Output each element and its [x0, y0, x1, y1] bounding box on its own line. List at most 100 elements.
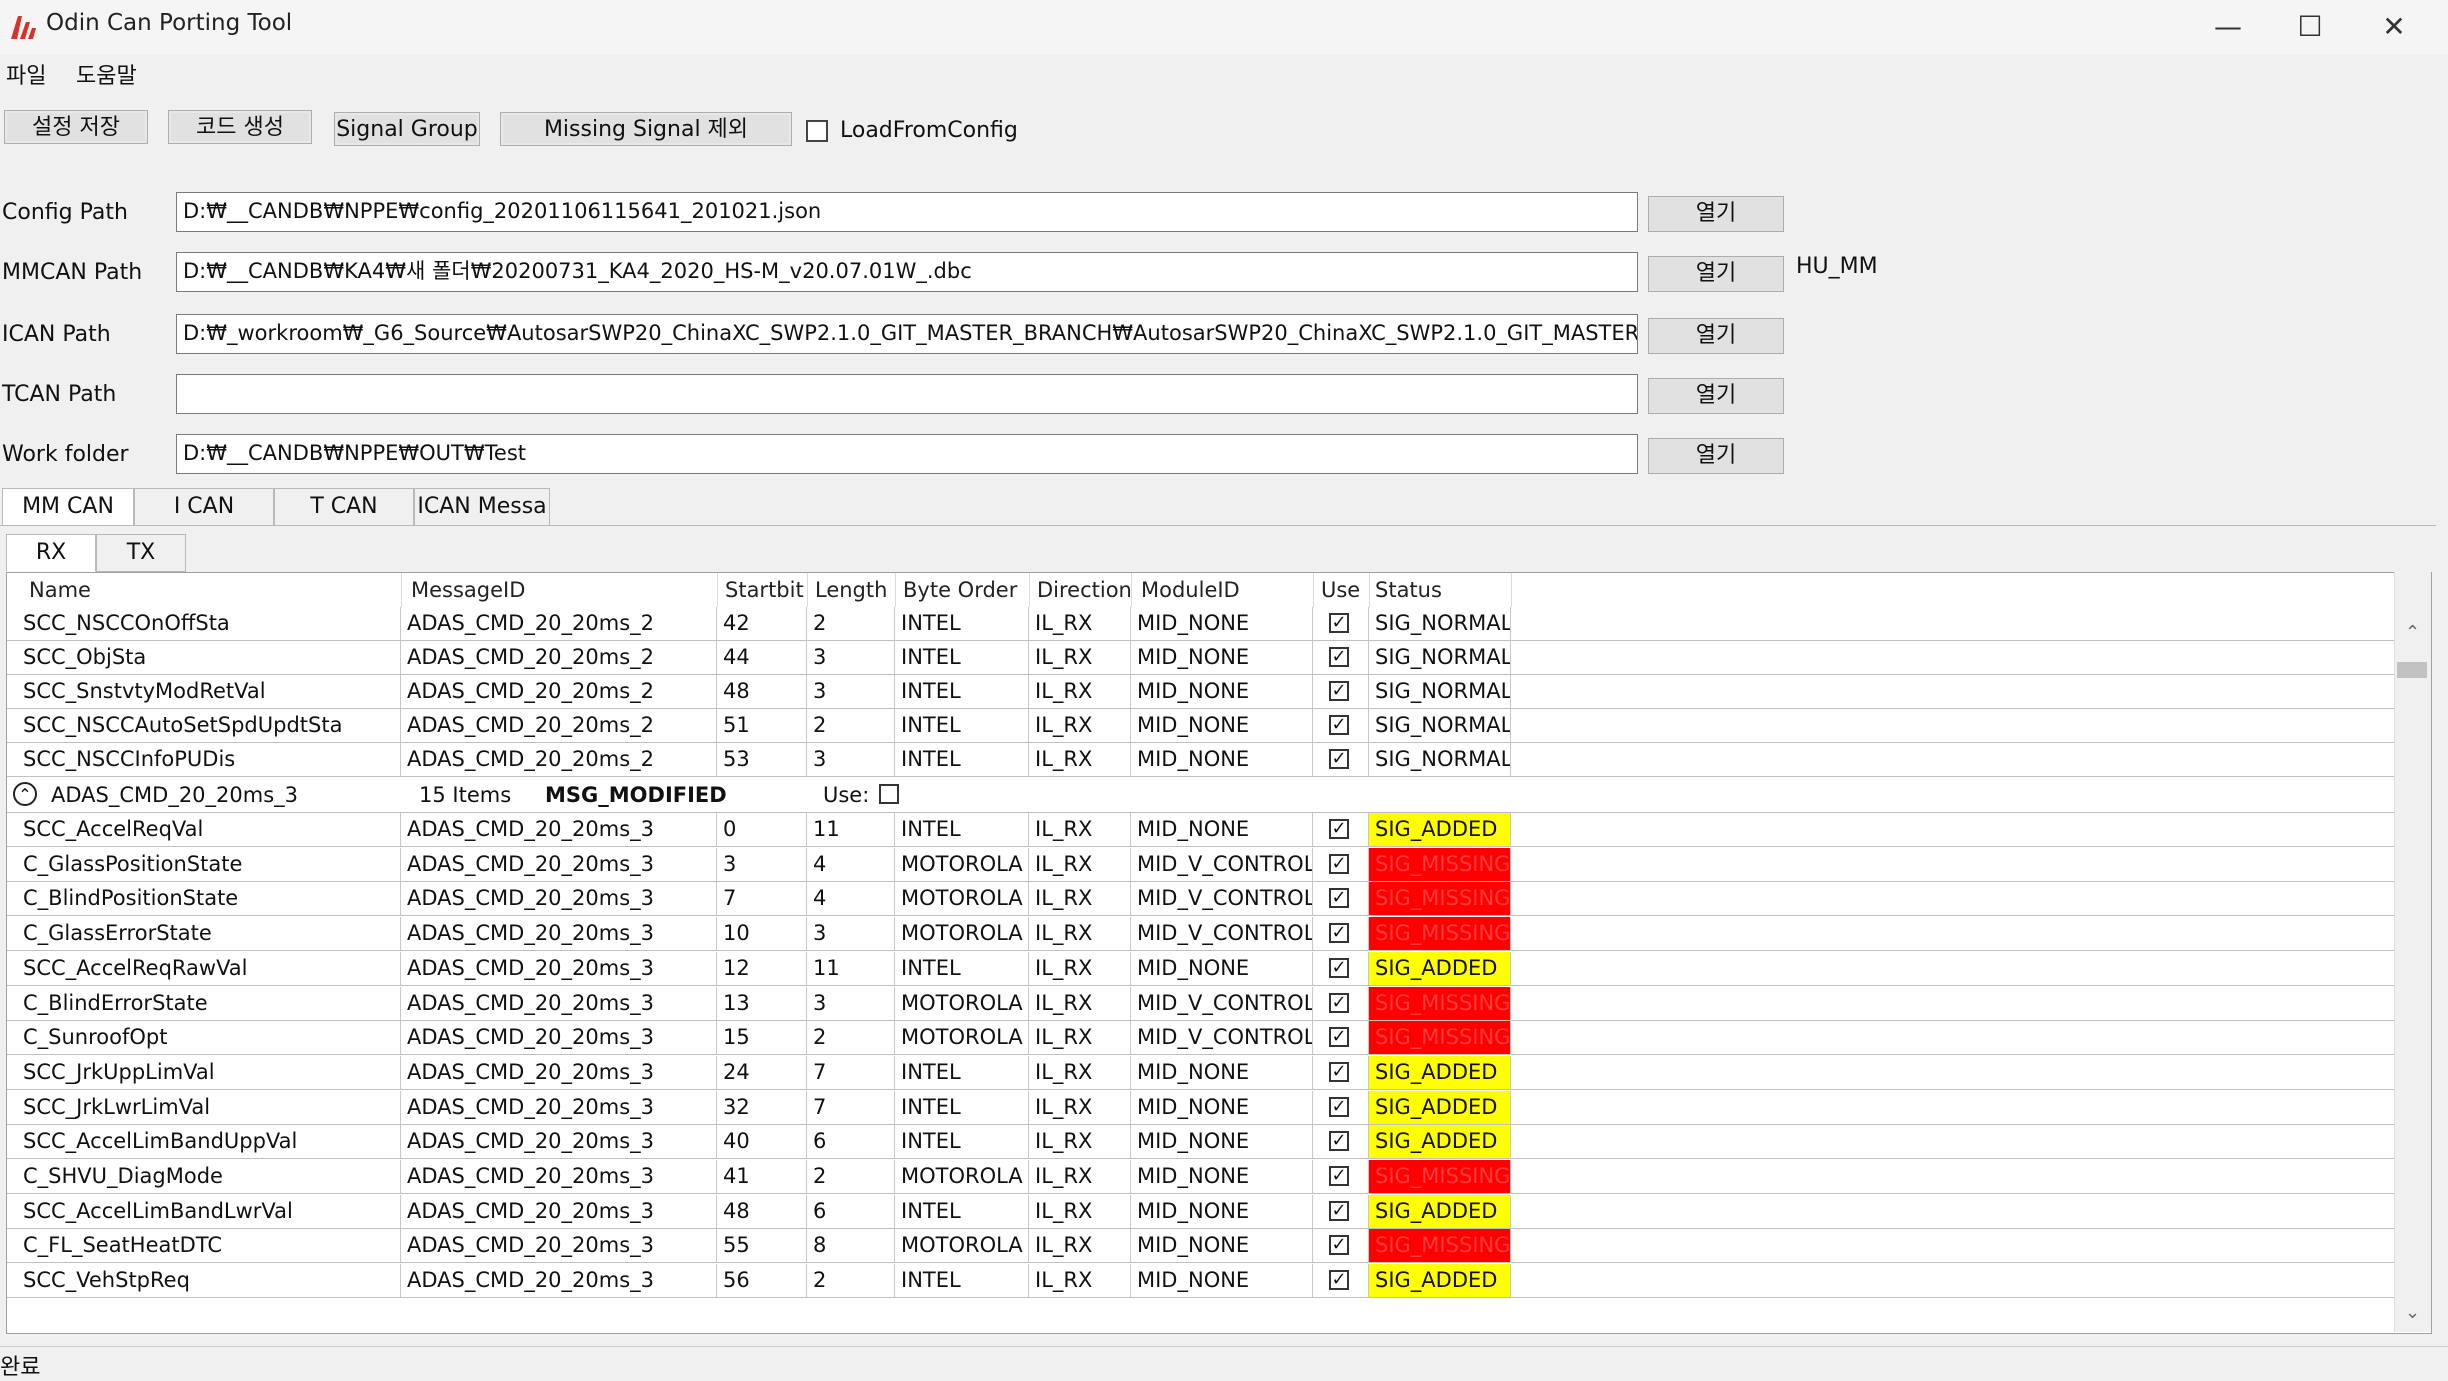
table-row[interactable]: SCC_ObjSta ADAS_CMD_20_20ms_2 44 3 INTEL IL_R…: [7, 641, 2397, 675]
header-length[interactable]: Length: [815, 578, 887, 602]
table-row[interactable]: SCC_JrkLwrLimVal ADAS_CMD_20_20ms_3 32 7 INT…: [7, 1090, 2397, 1125]
use-checkbox[interactable]: ✓: [1329, 1061, 1349, 1082]
use-checkbox[interactable]: ✓: [1329, 613, 1349, 633]
header-startbit[interactable]: Startbit: [725, 578, 804, 602]
table-row[interactable]: SCC_JrkUppLimVal ADAS_CMD_20_20ms_3 24 7 INT…: [7, 1055, 2397, 1090]
minimize-button[interactable]: —: [2188, 6, 2268, 48]
exclude-missing-signal-button[interactable]: Missing Signal 제외: [500, 112, 792, 146]
mmcan-path-open-button[interactable]: 열기: [1648, 256, 1784, 292]
cell-startbit: 0: [717, 813, 807, 846]
use-checkbox[interactable]: ✓: [1329, 923, 1349, 944]
tcan-path-open-button[interactable]: 열기: [1648, 378, 1784, 414]
ican-path-label: ICAN Path: [2, 322, 111, 347]
tab-t-can[interactable]: T CAN: [274, 488, 414, 526]
menu-help[interactable]: 도움말: [76, 58, 137, 90]
cell-name: C_FL_SeatHeatDTC: [7, 1229, 401, 1263]
cell-message-id: ADAS_CMD_20_20ms_3: [401, 917, 717, 951]
tab-i-can[interactable]: I CAN: [134, 488, 274, 526]
group-use-checkbox[interactable]: [879, 784, 899, 804]
cell-message-id: ADAS_CMD_20_20ms_2: [401, 709, 717, 742]
subtab-tx[interactable]: TX: [96, 534, 186, 572]
use-checkbox[interactable]: ✓: [1329, 715, 1349, 735]
status-badge: SIG_NORMAL: [1369, 641, 1511, 674]
use-checkbox[interactable]: ✓: [1329, 992, 1349, 1013]
group-item-count: 15 Items: [419, 783, 512, 807]
signal-group-button[interactable]: Signal Group: [334, 112, 480, 146]
config-path-input[interactable]: D:₩__CANDB₩NPPE₩config_20201106115641_20…: [176, 192, 1638, 232]
header-use[interactable]: Use: [1321, 578, 1360, 602]
header-message-id[interactable]: MessageID: [411, 578, 525, 602]
tab-ican-message[interactable]: ICAN Messa: [414, 488, 550, 526]
close-button[interactable]: ✕: [2354, 6, 2434, 48]
maximize-button[interactable]: ☐: [2270, 6, 2350, 48]
use-checkbox[interactable]: ✓: [1329, 1096, 1349, 1117]
table-row[interactable]: C_BlindErrorState ADAS_CMD_20_20ms_3 13 3 MO…: [7, 986, 2397, 1021]
use-checkbox[interactable]: ✓: [1329, 888, 1349, 909]
header-name[interactable]: Name: [29, 578, 91, 602]
menu-file[interactable]: 파일: [6, 58, 46, 90]
table-row[interactable]: C_BlindPositionState ADAS_CMD_20_20ms_3 7 4…: [7, 882, 2397, 917]
status-badge: SIG_ADDED: [1369, 951, 1511, 985]
cell-module-id: MID_NONE: [1131, 951, 1313, 985]
cell-use: ✓: [1313, 1264, 1369, 1298]
cell-message-id: ADAS_CMD_20_20ms_2: [401, 607, 717, 640]
ican-path-input[interactable]: D:₩_workroom₩_G6_Source₩AutosarSWP20_Chi…: [176, 314, 1638, 354]
cell-length: 3: [807, 675, 895, 708]
table-row[interactable]: SCC_NSCCAutoSetSpdUpdtSta ADAS_CMD_20_20m…: [7, 709, 2397, 743]
use-checkbox[interactable]: ✓: [1329, 647, 1349, 667]
header-byte-order[interactable]: Byte Order: [903, 578, 1017, 602]
table-row[interactable]: C_FL_SeatHeatDTC ADAS_CMD_20_20ms_3 55 8 MOT…: [7, 1229, 2397, 1264]
table-row[interactable]: SCC_AccelLimBandUppVal ADAS_CMD_20_20ms_3…: [7, 1125, 2397, 1160]
use-checkbox[interactable]: ✓: [1329, 819, 1349, 839]
use-checkbox[interactable]: ✓: [1329, 1131, 1349, 1152]
scroll-up-icon[interactable]: ⌃: [2405, 622, 2420, 643]
table-row[interactable]: SCC_VehStpReq ADAS_CMD_20_20ms_3 56 2 INTEL I…: [7, 1264, 2397, 1299]
use-checkbox[interactable]: ✓: [1329, 1270, 1349, 1291]
ican-path-open-button[interactable]: 열기: [1648, 318, 1784, 354]
group-header-row[interactable]: ⌃ ADAS_CMD_20_20ms_3 15 Items MSG_MODIFIED U…: [7, 777, 2397, 813]
collapse-group-icon[interactable]: ⌃: [13, 782, 37, 806]
status-badge: SIG_MISSING: [1369, 1160, 1511, 1193]
table-row[interactable]: SCC_SnstvtyModRetVal ADAS_CMD_20_20ms_2 48…: [7, 675, 2397, 709]
cell-message-id: ADAS_CMD_20_20ms_3: [401, 882, 717, 916]
use-checkbox[interactable]: ✓: [1329, 1235, 1349, 1256]
table-row[interactable]: SCC_NSCCOnOffSta ADAS_CMD_20_20ms_2 42 2 INT…: [7, 607, 2397, 641]
scroll-thumb[interactable]: [2397, 662, 2427, 678]
cell-direction: IL_RX: [1029, 847, 1131, 881]
tcan-path-input[interactable]: [176, 374, 1638, 414]
table-row[interactable]: SCC_NSCCInfoPUDis ADAS_CMD_20_20ms_2 53 3 IN…: [7, 743, 2397, 777]
tab-mm-can[interactable]: MM CAN: [2, 488, 134, 526]
table-row[interactable]: SCC_AccelLimBandLwrVal ADAS_CMD_20_20ms_3…: [7, 1194, 2397, 1229]
scroll-down-icon[interactable]: ⌄: [2405, 1302, 2420, 1323]
table-row[interactable]: SCC_AccelReqRawVal ADAS_CMD_20_20ms_3 12 11…: [7, 951, 2397, 986]
header-direction[interactable]: Direction: [1037, 578, 1132, 602]
work-folder-open-button[interactable]: 열기: [1648, 438, 1784, 474]
use-checkbox[interactable]: ✓: [1329, 957, 1349, 978]
subtab-rx[interactable]: RX: [6, 534, 96, 572]
mmcan-node-label: HU_MM: [1796, 254, 1878, 279]
cell-byte-order: INTEL: [895, 1090, 1029, 1124]
table-row[interactable]: C_GlassErrorState ADAS_CMD_20_20ms_3 10 3 MO…: [7, 917, 2397, 952]
cell-startbit: 12: [717, 951, 807, 985]
use-checkbox[interactable]: ✓: [1329, 749, 1349, 769]
header-module-id[interactable]: ModuleID: [1141, 578, 1240, 602]
table-row[interactable]: SCC_AccelReqVal ADAS_CMD_20_20ms_3 0 11 INTE…: [7, 813, 2397, 847]
table-row[interactable]: C_SunroofOpt ADAS_CMD_20_20ms_3 15 2 MOTOROL…: [7, 1021, 2397, 1056]
use-checkbox[interactable]: ✓: [1329, 1027, 1349, 1048]
use-checkbox[interactable]: ✓: [1329, 853, 1349, 874]
use-checkbox[interactable]: ✓: [1329, 681, 1349, 701]
load-from-config-label: LoadFromConfig: [840, 118, 1018, 143]
table-row[interactable]: C_SHVU_DiagMode ADAS_CMD_20_20ms_3 41 2 MOTO…: [7, 1160, 2397, 1194]
load-from-config-checkbox[interactable]: [806, 120, 828, 142]
save-settings-button[interactable]: 설정 저장: [4, 110, 148, 144]
grid-vertical-scrollbar[interactable]: ⌃ ⌄: [2394, 572, 2431, 1332]
use-checkbox[interactable]: ✓: [1329, 1166, 1349, 1186]
header-status[interactable]: Status: [1375, 578, 1442, 602]
table-row[interactable]: C_GlassPositionState ADAS_CMD_20_20ms_3 3 4…: [7, 847, 2397, 882]
config-path-open-button[interactable]: 열기: [1648, 196, 1784, 232]
cell-length: 3: [807, 641, 895, 674]
mmcan-path-input[interactable]: D:₩__CANDB₩KA4₩새 폴더₩20200731_KA4_2020_HS…: [176, 252, 1638, 292]
work-folder-input[interactable]: D:₩__CANDB₩NPPE₩OUT₩Test: [176, 434, 1638, 474]
generate-code-button[interactable]: 코드 생성: [168, 110, 312, 144]
use-checkbox[interactable]: ✓: [1329, 1200, 1349, 1221]
